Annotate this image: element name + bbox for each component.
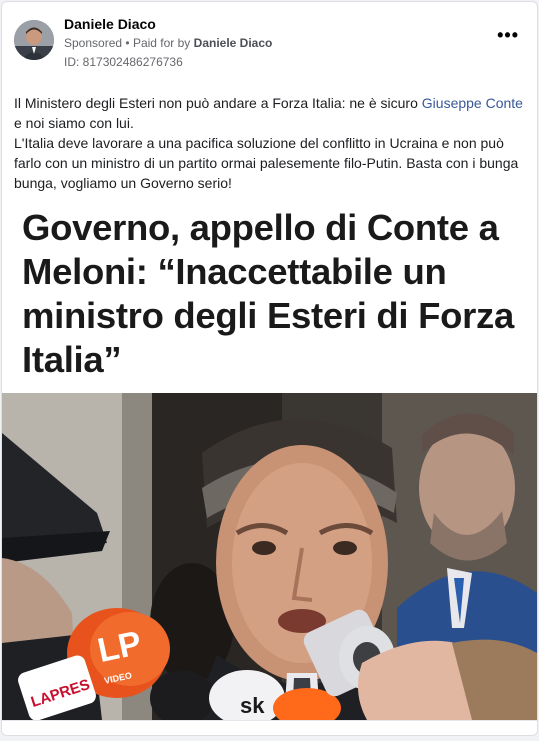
ad-post-card: Daniele Diaco Sponsored • Paid for by Da…	[1, 1, 538, 736]
creative-headline: Governo, appello di Conte a Meloni: “Ina…	[22, 207, 514, 380]
post-text-segment: e noi siamo con lui.	[14, 115, 134, 131]
more-options-icon[interactable]: •••	[497, 26, 519, 44]
sponsored-label: Sponsored	[64, 36, 123, 50]
giuseppe-conte-link[interactable]: Giuseppe Conte	[422, 95, 523, 111]
sponsored-line: Sponsored • Paid for by Daniele Diaco	[64, 36, 272, 50]
post-text-paragraph-1: Il Ministero degli Esteri non può andare…	[14, 93, 529, 133]
paid-for-prefix: Paid for by	[132, 36, 191, 50]
avatar-photo	[14, 20, 54, 60]
creative-headline-area[interactable]: Governo, appello di Conte a Meloni: “Ina…	[2, 202, 537, 392]
ad-id: ID: 817302486276736	[64, 55, 183, 69]
paid-for-name: Daniele Diaco	[193, 36, 273, 50]
press-scene-image	[2, 393, 537, 720]
post-text-paragraph-2: L'Italia deve lavorare a una pacifica so…	[14, 135, 519, 191]
post-header: Daniele Diaco Sponsored • Paid for by Da…	[2, 2, 537, 82]
post-text: Il Ministero degli Esteri non può andare…	[14, 93, 529, 193]
creative-photo[interactable]: LAPRES LP VIDEO sk	[2, 393, 537, 720]
meta-separator: •	[125, 36, 130, 50]
post-text-segment: Il Ministero degli Esteri non può andare…	[14, 95, 422, 111]
card-bottom-edge	[2, 720, 537, 735]
author-avatar[interactable]	[14, 20, 54, 60]
author-name[interactable]: Daniele Diaco	[64, 16, 156, 32]
mic-sky-logo: sk	[240, 693, 265, 718]
